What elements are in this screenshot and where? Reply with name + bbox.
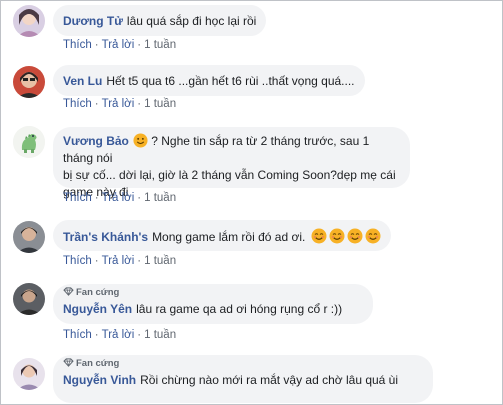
comment-thread: Dương Tử lâu quá sắp đi học lại rồi Thích…	[0, 0, 503, 405]
comment-bubble: Dương Tử lâu quá sắp đi học lại rồi	[53, 5, 267, 36]
comment-author[interactable]: Dương Tử	[63, 14, 123, 28]
comment-author[interactable]: Trần's Khánh's	[63, 230, 148, 244]
separator: ·	[137, 39, 142, 51]
diamond-badge-icon	[63, 287, 74, 296]
comment-text: Rồi chừng nào mới ra mắt vậy ad chờ lâu …	[140, 373, 399, 387]
comment-bubble: Trần's Khánh's Mong game lắm rồi đó ad ơi…	[53, 220, 391, 251]
fan-badge: Fan cứng	[63, 358, 423, 370]
comment-author[interactable]: Nguyễn Yên	[63, 302, 132, 316]
reply-button[interactable]: Trả lời	[102, 192, 135, 204]
separator: ·	[137, 192, 142, 204]
comment-timestamp[interactable]: 1 tuần	[144, 39, 176, 51]
avatar[interactable]	[13, 5, 45, 37]
comment-author[interactable]: Nguyễn Vinh	[63, 373, 136, 387]
avatar-photo-icon	[13, 5, 45, 37]
comment-timestamp[interactable]: 1 tuần	[144, 98, 176, 110]
reply-button[interactable]: Trả lời	[102, 39, 135, 51]
blush-emoji-icon	[329, 228, 345, 244]
avatar-photo-icon	[13, 283, 45, 315]
comment-text: Hết t5 qua t6 ...gần hết t6 rùi ..thất v…	[106, 74, 355, 88]
separator: ·	[94, 255, 99, 267]
comment-bubble: Ven Lu Hết t5 qua t6 ...gần hết t6 rùi ..…	[53, 65, 365, 96]
comment-text-line: bị sự cố... dời lại, giờ là 2 tháng vẫn …	[63, 168, 396, 182]
separator: ·	[94, 39, 99, 51]
dinosaur-avatar-icon	[13, 126, 45, 158]
avatar-photo-icon	[13, 358, 45, 390]
comment-timestamp[interactable]: 1 tuần	[144, 329, 176, 341]
blush-emoji-icon	[311, 228, 327, 244]
blush-emoji-icon	[365, 228, 381, 244]
comment-author[interactable]: Vương Bảo	[63, 134, 129, 148]
fan-badge-label: Fan cứng	[76, 358, 120, 369]
comment-bubble: Vương Bảo ? Nghe tin sắp ra từ 2 tháng t…	[53, 127, 410, 199]
comment-text: Mong game lắm rồi đó ad ơi.	[152, 230, 306, 244]
comment-bubble: Fan cứng Nguyễn Yên lâu ra game qa ad ơi …	[53, 284, 373, 324]
reply-button[interactable]: Trả lời	[102, 255, 135, 267]
avatar-photo-icon	[13, 221, 45, 253]
avatar[interactable]	[13, 283, 45, 315]
like-button[interactable]: Thích	[63, 39, 92, 51]
avatar-photo-icon	[13, 66, 45, 98]
comment-actions: Thích · Trả lời · 1 tuần	[63, 39, 176, 51]
comment-text: lâu ra game qa ad ơi hóng rụng cổ r :))	[136, 302, 343, 316]
like-button[interactable]: Thích	[63, 98, 92, 110]
fan-badge-label: Fan cứng	[76, 287, 120, 298]
avatar[interactable]	[13, 358, 45, 390]
comment-bubble: Fan cứng Nguyễn Vinh Rồi chừng nào mới ra…	[53, 355, 433, 403]
like-button[interactable]: Thích	[63, 192, 92, 204]
avatar[interactable]	[13, 126, 45, 158]
comment-author[interactable]: Ven Lu	[63, 74, 102, 88]
smile-emoji-icon	[133, 133, 148, 148]
separator: ·	[137, 255, 142, 267]
like-button[interactable]: Thích	[63, 329, 92, 341]
avatar[interactable]	[13, 221, 45, 253]
reply-button[interactable]: Trả lời	[102, 98, 135, 110]
separator: ·	[94, 192, 99, 204]
diamond-badge-icon	[63, 358, 74, 367]
comment-actions: Thích · Trả lời · 1 tuần	[63, 255, 176, 267]
reply-button[interactable]: Trả lời	[102, 329, 135, 341]
separator: ·	[94, 98, 99, 110]
separator: ·	[137, 329, 142, 341]
comment-actions: Thích · Trả lời · 1 tuần	[63, 329, 176, 341]
fan-badge: Fan cứng	[63, 287, 363, 299]
separator: ·	[94, 329, 99, 341]
blush-emoji-icon	[347, 228, 363, 244]
comment-actions: Thích · Trả lời · 1 tuần	[63, 192, 176, 204]
comment-timestamp[interactable]: 1 tuần	[144, 192, 176, 204]
comment-actions: Thích · Trả lời · 1 tuần	[63, 98, 176, 110]
comment-timestamp[interactable]: 1 tuần	[144, 255, 176, 267]
separator: ·	[137, 98, 142, 110]
like-button[interactable]: Thích	[63, 255, 92, 267]
avatar[interactable]	[13, 66, 45, 98]
comment-text: lâu quá sắp đi học lại rồi	[126, 14, 257, 28]
